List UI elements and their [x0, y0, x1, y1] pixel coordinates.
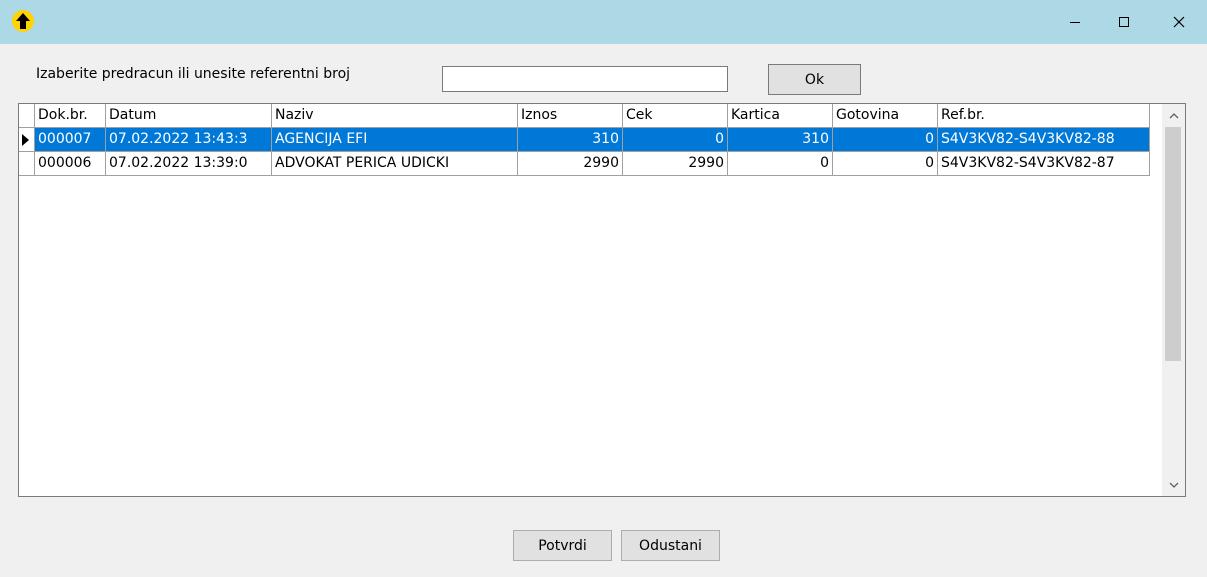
cell-cek[interactable]: 2990 [623, 152, 728, 176]
vertical-scrollbar[interactable] [1162, 104, 1185, 496]
column-header-gotovina[interactable]: Gotovina [833, 104, 938, 128]
confirm-button[interactable]: Potvrdi [513, 530, 612, 561]
cell-cek[interactable]: 0 [623, 128, 728, 152]
cell-gotovina[interactable]: 0 [833, 128, 938, 152]
cell-ref-br[interactable]: S4V3KV82-S4V3KV82-87 [938, 152, 1150, 176]
cell-dok-br[interactable]: 000007 [35, 128, 106, 152]
scroll-down-icon[interactable] [1162, 474, 1185, 496]
up-arrow-icon [12, 10, 34, 32]
row-indicator [19, 128, 35, 152]
column-header-dok-br[interactable]: Dok.br. [35, 104, 106, 128]
cancel-button[interactable]: Odustani [621, 530, 720, 561]
prompt-label: Izaberite predracun ili unesite referent… [36, 66, 351, 82]
cell-iznos[interactable]: 310 [518, 128, 623, 152]
column-header-iznos[interactable]: Iznos [518, 104, 623, 128]
grid-header: Dok.br. Datum Naziv Iznos Cek Kartica Go… [19, 104, 1150, 128]
grid-rows: 000007 07.02.2022 13:43:3 AGENCIJA EFI 3… [19, 128, 1150, 176]
current-row-arrow-icon [22, 134, 29, 146]
cell-dok-br[interactable]: 000006 [35, 152, 106, 176]
cell-kartica[interactable]: 0 [728, 152, 833, 176]
cell-ref-br[interactable]: S4V3KV82-S4V3KV82-88 [938, 128, 1150, 152]
header-indicator [19, 104, 35, 128]
cell-kartica[interactable]: 310 [728, 128, 833, 152]
maximize-icon[interactable] [1101, 0, 1147, 44]
row-indicator [19, 152, 35, 176]
cell-naziv[interactable]: ADVOKAT PERICA UDICKI [272, 152, 518, 176]
cell-datum[interactable]: 07.02.2022 13:43:3 [106, 128, 272, 152]
column-header-ref-br[interactable]: Ref.br. [938, 104, 1150, 128]
column-header-datum[interactable]: Datum [106, 104, 272, 128]
scrollbar-thumb[interactable] [1165, 127, 1181, 361]
cell-naziv[interactable]: AGENCIJA EFI [272, 128, 518, 152]
reference-number-input[interactable] [442, 66, 728, 92]
scroll-up-icon[interactable] [1162, 104, 1185, 126]
invoice-grid[interactable]: Dok.br. Datum Naziv Iznos Cek Kartica Go… [18, 103, 1186, 497]
table-row[interactable]: 000006 07.02.2022 13:39:0 ADVOKAT PERICA… [19, 152, 1150, 176]
cell-gotovina[interactable]: 0 [833, 152, 938, 176]
table-row[interactable]: 000007 07.02.2022 13:43:3 AGENCIJA EFI 3… [19, 128, 1150, 152]
ok-button[interactable]: Ok [768, 64, 861, 95]
column-header-kartica[interactable]: Kartica [728, 104, 833, 128]
cell-datum[interactable]: 07.02.2022 13:39:0 [106, 152, 272, 176]
cell-iznos[interactable]: 2990 [518, 152, 623, 176]
close-icon[interactable] [1156, 0, 1202, 44]
title-bar [0, 0, 1207, 44]
minimize-icon[interactable] [1052, 0, 1098, 44]
column-header-cek[interactable]: Cek [623, 104, 728, 128]
column-header-naziv[interactable]: Naziv [272, 104, 518, 128]
